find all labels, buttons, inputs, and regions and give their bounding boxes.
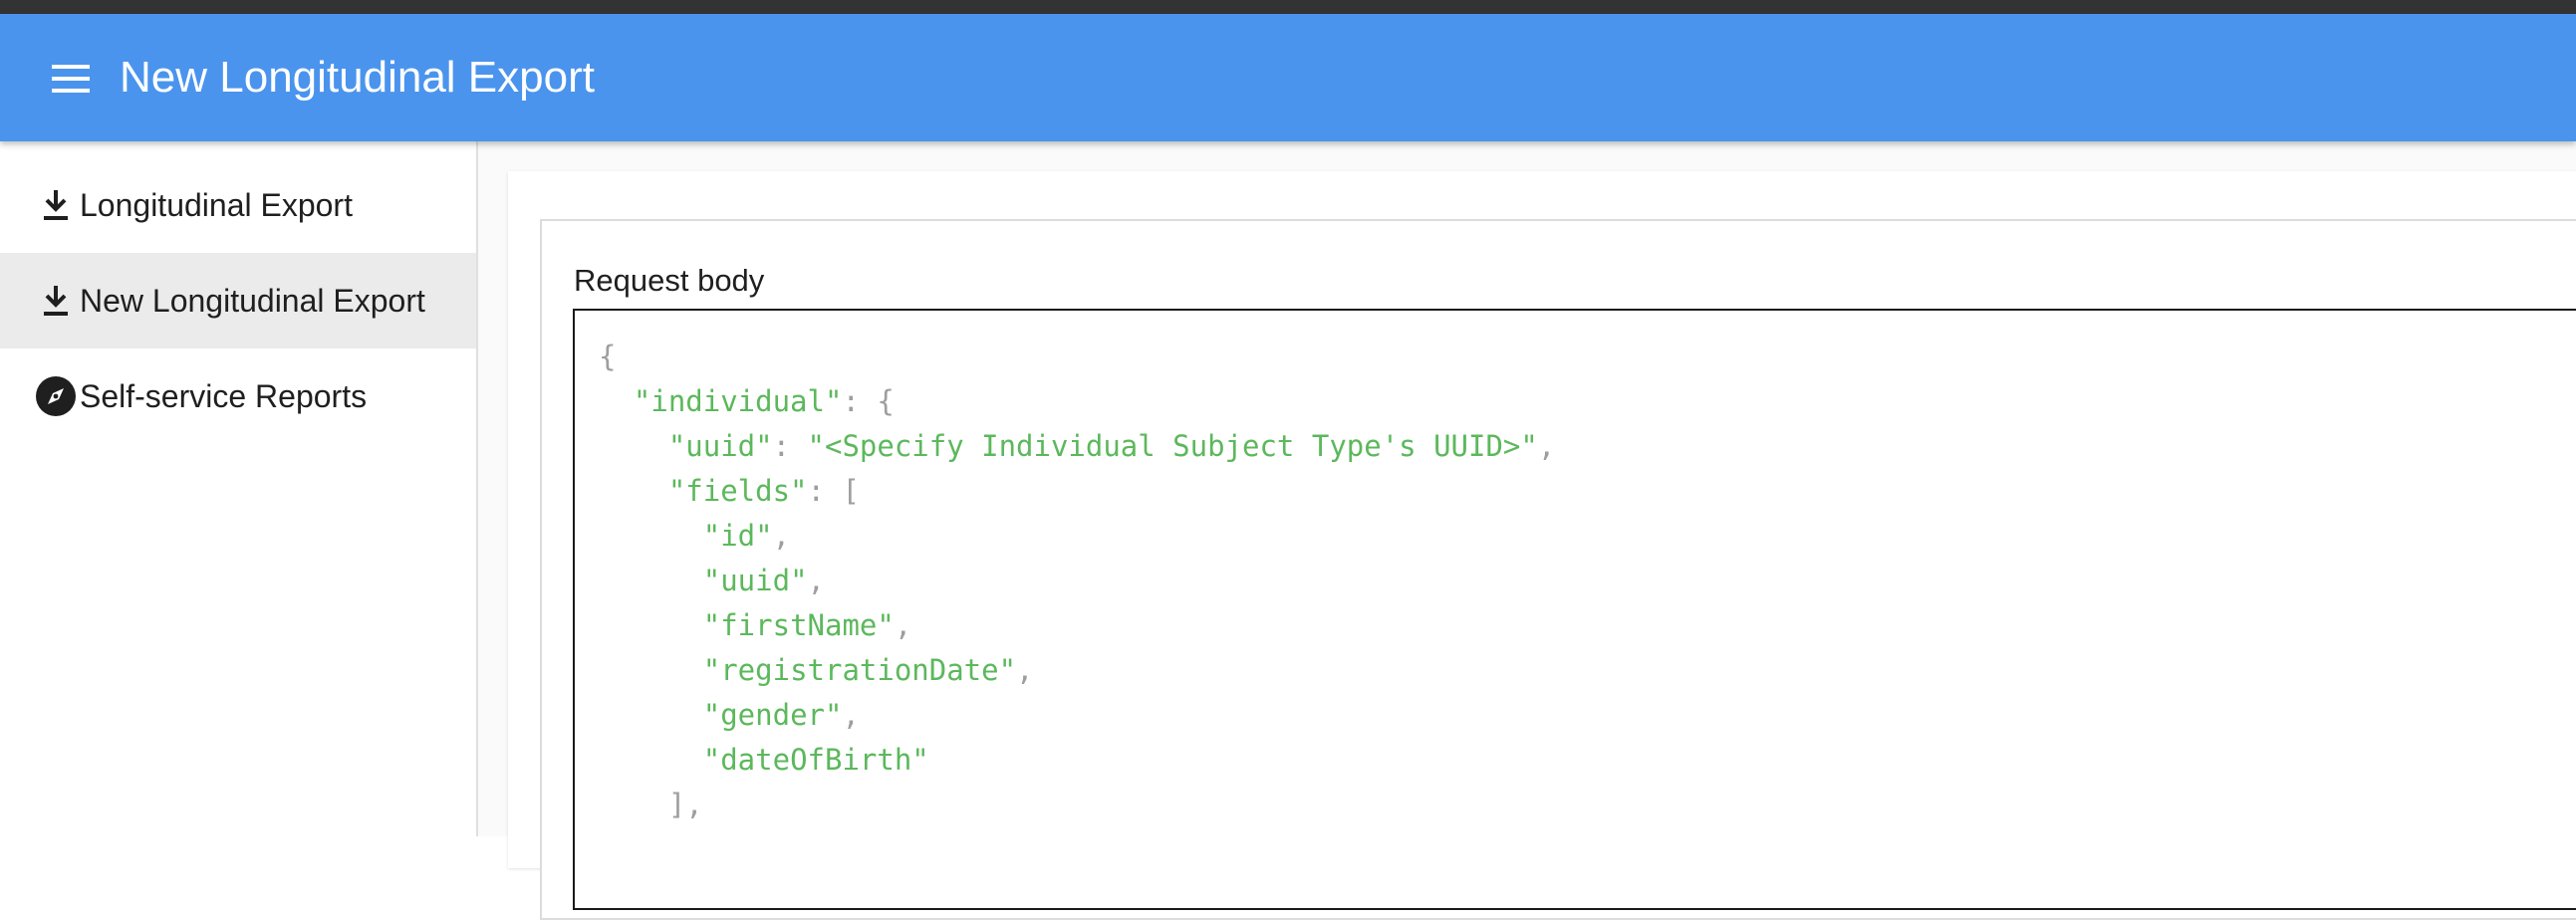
json-code[interactable]: { "individual": { "uuid": "<Specify Indi… — [599, 335, 1555, 827]
compass-icon — [34, 374, 78, 418]
json-line: "fields": [ — [667, 474, 860, 508]
json-line: ], — [667, 788, 703, 821]
page-title: New Longitudinal Export — [120, 53, 595, 102]
download-icon — [34, 279, 78, 323]
json-line: "individual": { — [633, 384, 895, 418]
app-bar: New Longitudinal Export — [0, 14, 2576, 141]
sidebar-item-new-longitudinal-export[interactable]: New Longitudinal Export — [0, 253, 476, 348]
json-line: "uuid", — [702, 564, 825, 597]
hamburger-menu-icon — [52, 65, 90, 93]
json-line: "uuid": "<Specify Individual Subject Typ… — [667, 429, 1556, 463]
sidebar-item-self-service-reports[interactable]: Self-service Reports — [0, 348, 476, 444]
request-body-editor[interactable]: { "individual": { "uuid": "<Specify Indi… — [573, 309, 2576, 910]
json-line: "registrationDate", — [702, 653, 1034, 687]
sidebar-item-longitudinal-export[interactable]: Longitudinal Export — [0, 157, 476, 253]
json-line: { — [599, 340, 617, 373]
sidebar-item-label: New Longitudinal Export — [80, 282, 425, 319]
sidebar-item-label: Longitudinal Export — [80, 186, 353, 223]
download-icon — [34, 183, 78, 227]
json-line: "id", — [702, 519, 791, 553]
sidebar: Longitudinal Export New Longitudinal Exp… — [0, 141, 478, 836]
json-line: "gender", — [702, 698, 860, 732]
menu-button[interactable] — [38, 56, 104, 102]
sidebar-item-label: Self-service Reports — [80, 377, 368, 414]
json-line: "firstName", — [702, 608, 912, 642]
json-line: "dateOfBirth" — [702, 743, 929, 777]
request-body-label: Request body — [574, 263, 765, 298]
window-top-strip — [0, 0, 2576, 14]
